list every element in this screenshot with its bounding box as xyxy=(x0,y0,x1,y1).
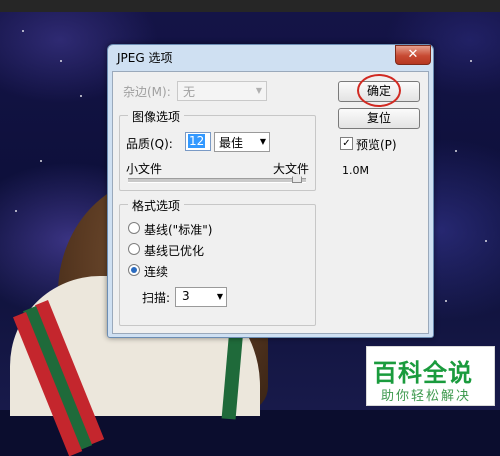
radio-label: 基线("标准") xyxy=(144,223,213,237)
chevron-down-icon: ▼ xyxy=(255,86,263,95)
chevron-down-icon: ▼ xyxy=(216,292,223,301)
format-options-title: 格式选项 xyxy=(128,197,185,214)
image-options-title: 图像选项 xyxy=(128,108,185,125)
close-icon[interactable]: ✕ xyxy=(395,45,431,65)
radio-button[interactable] xyxy=(128,222,140,234)
highlight-circle xyxy=(357,74,401,107)
scans-select[interactable]: 3 ▼ xyxy=(175,287,227,307)
quality-preset-value: 最佳 xyxy=(219,136,244,150)
quality-label: 品质(Q): xyxy=(126,137,173,151)
small-file-label: 小文件 xyxy=(126,162,163,176)
quality-value: 12 xyxy=(188,134,206,148)
quality-slider-track[interactable] xyxy=(128,178,306,183)
watermark-title: 百科全说 xyxy=(373,359,473,387)
radio-button[interactable] xyxy=(128,264,140,276)
dialog-client-area: 杂边(M): 无 ▼ 图像选项 品质(Q): 12 最佳 ▼ 小文件 大文件 格… xyxy=(112,71,429,334)
watermark-subtitle: 助你轻松解决 xyxy=(381,389,472,404)
radio-label: 基线已优化 xyxy=(144,244,205,258)
matte-label: 杂边(M): xyxy=(123,85,171,99)
format-options-group: 格式选项 基线("标准") 基线已优化 连续 扫描: 3 ▼ xyxy=(119,197,316,326)
top-bar xyxy=(0,0,500,12)
jpeg-options-dialog: JPEG 选项 ✕ 杂边(M): 无 ▼ 图像选项 品质(Q): 12 最佳 ▼… xyxy=(107,44,434,338)
quality-preset-select[interactable]: 最佳 ▼ xyxy=(214,132,270,152)
image-options-group: 图像选项 品质(Q): 12 最佳 ▼ 小文件 大文件 xyxy=(119,108,316,191)
matte-value: 无 xyxy=(183,85,196,99)
large-file-label: 大文件 xyxy=(272,162,309,176)
preview-label: 预览(P) xyxy=(356,138,397,152)
preview-checkbox[interactable]: ✓ xyxy=(340,137,353,150)
scans-label: 扫描: xyxy=(142,291,171,305)
file-size-label: 1.0M xyxy=(342,164,369,177)
scans-value: 3 xyxy=(182,289,190,303)
reset-button[interactable]: 复位 xyxy=(338,108,420,129)
radio-button[interactable] xyxy=(128,243,140,255)
quality-input[interactable]: 12 xyxy=(185,132,211,151)
radio-label: 连续 xyxy=(144,265,169,279)
watermark-logo: 百科全说 助你轻松解决 xyxy=(366,346,495,406)
matte-select[interactable]: 无 ▼ xyxy=(177,81,267,101)
dialog-title: JPEG 选项 xyxy=(117,51,173,65)
chevron-down-icon: ▼ xyxy=(259,137,266,146)
